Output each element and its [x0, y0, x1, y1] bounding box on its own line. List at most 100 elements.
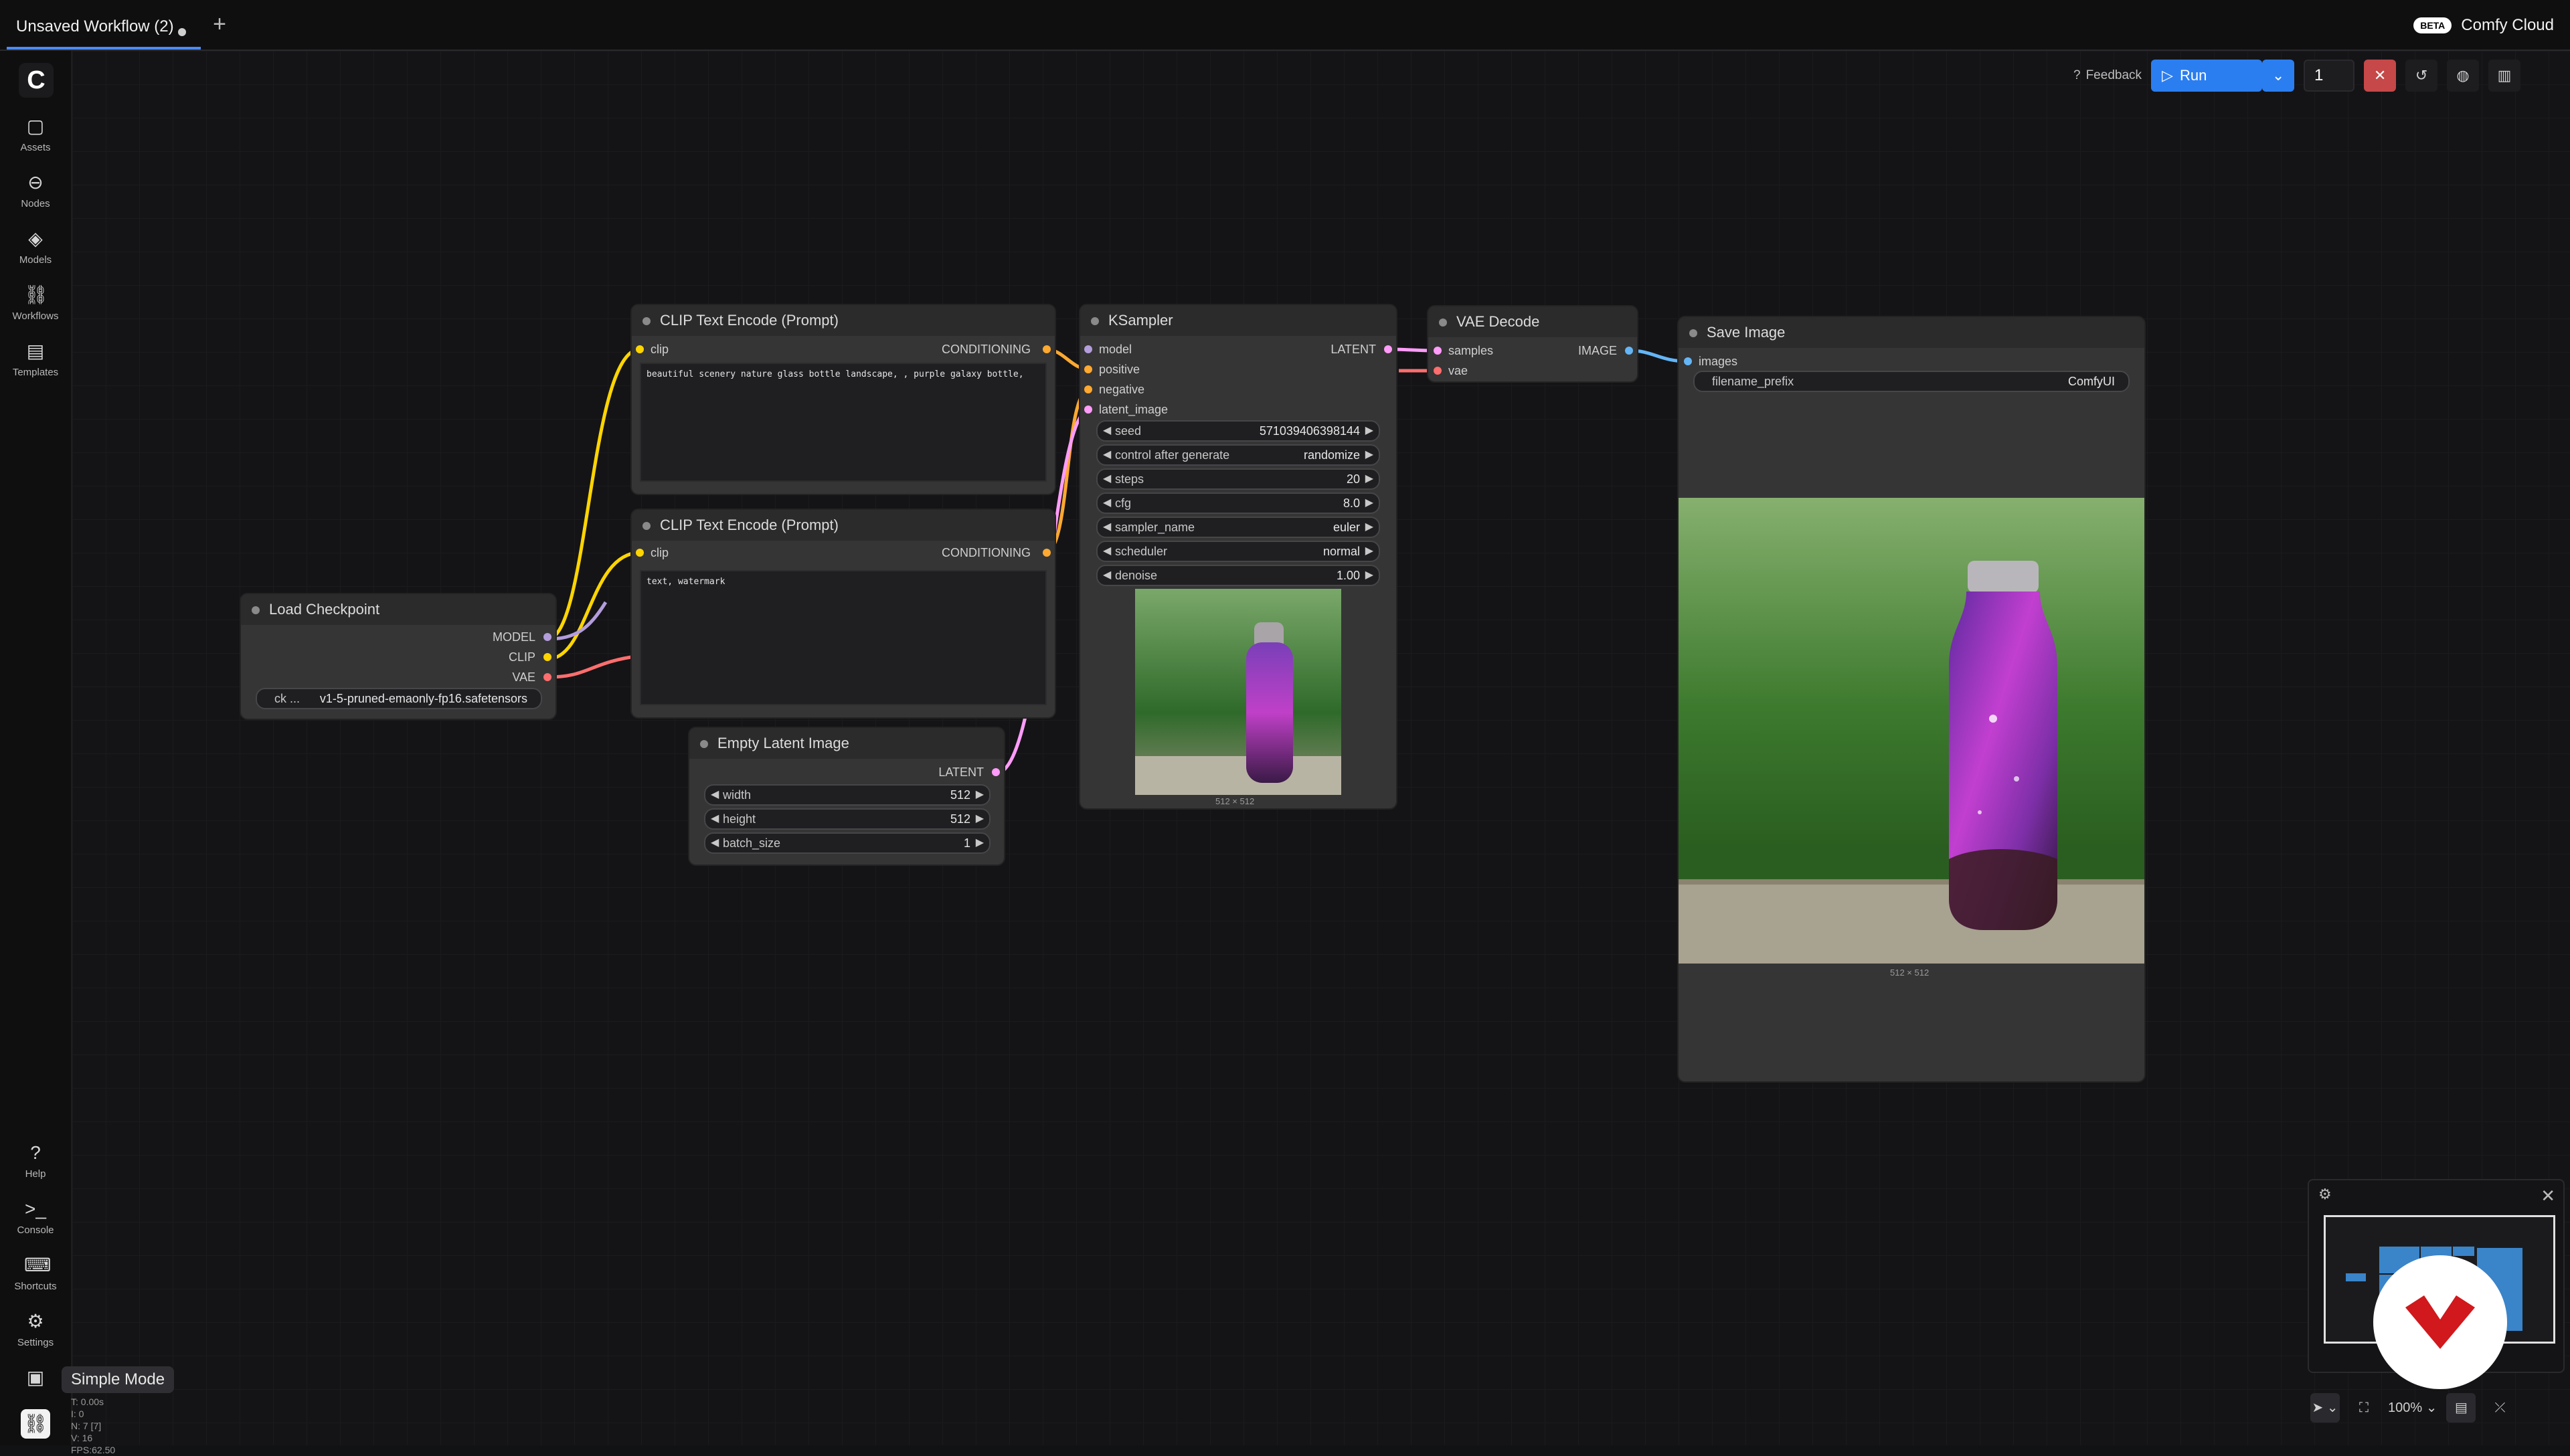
collapse-dot-icon[interactable]: [1439, 318, 1447, 327]
vae-output-label: VAE: [512, 670, 535, 684]
toggle-links-button[interactable]: ⤫: [2485, 1393, 2514, 1423]
increment-icon[interactable]: ▶: [1365, 470, 1373, 488]
minimap-settings-icon[interactable]: ⚙: [2318, 1186, 2332, 1203]
collapse-dot-icon[interactable]: [700, 740, 708, 748]
control-after-generate-widget[interactable]: ◀ control after generate randomize ▶: [1096, 444, 1380, 466]
simple-mode-tooltip: Simple Mode: [62, 1366, 175, 1393]
samples-input-slot[interactable]: [1434, 347, 1442, 355]
increment-icon[interactable]: ▶: [1365, 518, 1373, 537]
filename-prefix-widget[interactable]: filename_prefix ComfyUI: [1693, 371, 2130, 392]
user-menu-button[interactable]: ◍: [2447, 60, 2480, 92]
chevron-down-icon: ⌄: [2326, 1400, 2338, 1415]
decrement-icon[interactable]: ◀: [1103, 542, 1111, 561]
toggle-panel-button[interactable]: ▥: [2488, 60, 2521, 92]
vae-decode-node[interactable]: VAE Decode samples vae IMAGE: [1428, 306, 1637, 381]
collapse-dot-icon[interactable]: [642, 522, 651, 530]
increment-icon[interactable]: ▶: [976, 810, 984, 828]
node-header: VAE Decode: [1428, 306, 1637, 337]
collapse-dot-icon[interactable]: [252, 606, 260, 614]
latent-output-slot[interactable]: [1384, 345, 1392, 353]
collapse-dot-icon[interactable]: [1689, 329, 1697, 337]
collapse-dot-icon[interactable]: [1091, 317, 1099, 325]
collapse-dot-icon[interactable]: [642, 317, 651, 325]
increment-icon[interactable]: ▶: [1365, 422, 1373, 440]
select-mode-button[interactable]: ➤ ⌄: [2310, 1393, 2340, 1423]
toggle-minimap-button[interactable]: ▤: [2446, 1393, 2476, 1423]
clip-text-encode-negative-node[interactable]: CLIP Text Encode (Prompt) clip CONDITION…: [632, 510, 1055, 717]
samples-input-label: samples: [1448, 344, 1494, 357]
node-header: CLIP Text Encode (Prompt): [632, 510, 1055, 541]
negative-input-slot[interactable]: [1084, 385, 1092, 393]
batch-size-widget[interactable]: ◀ batch_size 1 ▶: [704, 832, 991, 854]
widget-name: cfg: [1115, 496, 1132, 510]
decrement-icon[interactable]: ◀: [711, 786, 719, 804]
scheduler-widget[interactable]: ◀ scheduler normal ▶: [1096, 541, 1380, 562]
decrement-icon[interactable]: ◀: [711, 810, 719, 828]
increment-icon[interactable]: ▶: [1365, 446, 1373, 464]
increment-icon[interactable]: ▶: [1365, 542, 1373, 561]
widget-name: height: [723, 812, 756, 826]
clip-output-slot[interactable]: [543, 653, 551, 661]
increment-icon[interactable]: ▶: [1365, 494, 1373, 513]
decrement-icon[interactable]: ◀: [1103, 446, 1111, 464]
vae-input-slot[interactable]: [1434, 367, 1442, 375]
height-widget[interactable]: ◀ height 512 ▶: [704, 808, 991, 830]
model-input-slot[interactable]: [1084, 345, 1092, 353]
decrement-icon[interactable]: ◀: [1103, 566, 1111, 585]
widget-name: sampler_name: [1115, 521, 1195, 534]
decrement-icon[interactable]: ◀: [1103, 470, 1111, 488]
images-input-slot[interactable]: [1684, 357, 1692, 365]
decrement-icon[interactable]: ◀: [1103, 494, 1111, 513]
latent-output-slot[interactable]: [992, 768, 1000, 776]
chevron-down-icon: ⌄: [2272, 67, 2285, 84]
positive-input-slot[interactable]: [1084, 365, 1092, 373]
output-size-caption: 512 × 512: [1890, 968, 1930, 978]
run-mode-dropdown[interactable]: ⌄: [2262, 60, 2295, 92]
steps-widget[interactable]: ◀ steps 20 ▶: [1096, 468, 1380, 490]
cfg-widget[interactable]: ◀ cfg 8.0 ▶: [1096, 492, 1380, 514]
widget-value: 512: [950, 788, 970, 802]
seed-widget[interactable]: ◀ seed 571039406398144 ▶: [1096, 420, 1380, 442]
empty-latent-image-node[interactable]: Empty Latent Image LATENT ◀ width 512 ▶ ◀ he…: [689, 728, 1004, 864]
denoise-widget[interactable]: ◀ denoise 1.00 ▶: [1096, 565, 1380, 586]
node-title: Load Checkpoint: [269, 601, 380, 618]
node-title: VAE Decode: [1456, 313, 1540, 330]
decrement-icon[interactable]: ◀: [1103, 422, 1111, 440]
image-output-slot[interactable]: [1625, 347, 1633, 355]
sampler-name-widget[interactable]: ◀ sampler_name euler ▶: [1096, 517, 1380, 538]
close-icon[interactable]: ✕: [2541, 1186, 2555, 1206]
batch-count-input[interactable]: 1: [2304, 60, 2355, 92]
vae-output-slot[interactable]: [543, 673, 551, 681]
decrement-icon[interactable]: ◀: [711, 834, 719, 852]
zoom-control[interactable]: 100% ⌄: [2388, 1393, 2437, 1423]
load-checkpoint-node[interactable]: Load Checkpoint MODEL CLIP VAE ck ... v1…: [241, 594, 555, 719]
ckpt-name-select[interactable]: ck ... v1-5-pruned-emaonly-fp16.safetens…: [256, 688, 542, 709]
increment-icon[interactable]: ▶: [976, 786, 984, 804]
latent-output-label: LATENT: [938, 765, 984, 779]
clip-input-slot[interactable]: [636, 549, 644, 557]
save-image-node[interactable]: Save Image images filename_prefix ComfyU…: [1679, 317, 2144, 1081]
increment-icon[interactable]: ▶: [976, 834, 984, 852]
stat-line: T: 0.00s: [71, 1396, 104, 1407]
widget-value: ComfyUI: [2067, 375, 2115, 388]
width-widget[interactable]: ◀ width 512 ▶: [704, 784, 991, 806]
latent-image-input-slot[interactable]: [1084, 405, 1092, 414]
feedback-button[interactable]: ? Feedback: [2073, 68, 2142, 83]
chevron-down-icon: ⌄: [2425, 1400, 2437, 1415]
run-button[interactable]: ▷ Run: [2151, 60, 2263, 92]
increment-icon[interactable]: ▶: [1365, 566, 1373, 585]
pointer-icon: ➤: [2312, 1400, 2324, 1415]
cancel-run-button[interactable]: ✕: [2364, 60, 2397, 92]
prompt-textarea[interactable]: text, watermark: [640, 570, 1047, 705]
conditioning-output-slot[interactable]: [1043, 549, 1051, 557]
prompt-textarea[interactable]: beautiful scenery nature glass bottle la…: [640, 363, 1047, 482]
decrement-icon[interactable]: ◀: [1103, 518, 1111, 537]
conditioning-output-slot[interactable]: [1043, 345, 1051, 353]
fit-view-button[interactable]: ⛶: [2349, 1393, 2379, 1423]
clip-text-encode-positive-node[interactable]: CLIP Text Encode (Prompt) clip CONDITION…: [632, 305, 1055, 494]
model-output-slot[interactable]: [543, 633, 551, 641]
queue-history-button[interactable]: ↺: [2405, 60, 2438, 92]
ksampler-node[interactable]: KSampler model positive negative latent_…: [1080, 305, 1396, 808]
user-icon: ◍: [2456, 67, 2470, 84]
clip-input-slot[interactable]: [636, 345, 644, 353]
